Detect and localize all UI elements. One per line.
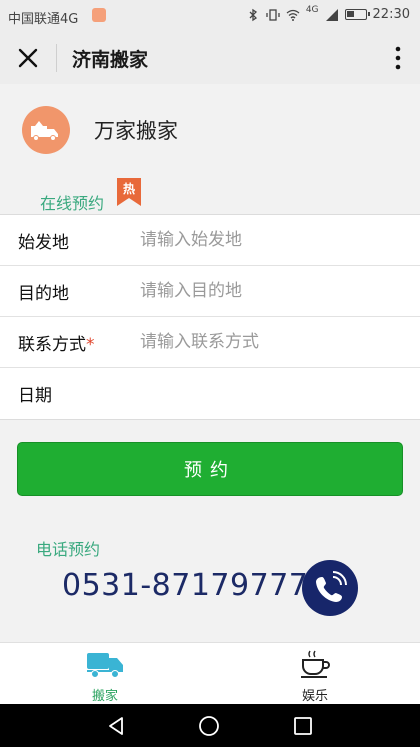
form-row-contact: 联系方式* — [0, 317, 420, 368]
close-icon[interactable] — [14, 44, 42, 72]
moving-truck-house-icon — [31, 121, 58, 141]
hot-badge: 热 — [117, 178, 141, 206]
more-menu-icon[interactable] — [394, 44, 402, 72]
page-title: 济南搬家 — [72, 49, 149, 71]
tab-moving-label: 搬家 — [91, 689, 118, 704]
nav-bar: 济南搬家 — [0, 32, 420, 84]
back-icon[interactable] — [106, 715, 128, 737]
phone-booking-label: 电话预约 — [36, 540, 101, 559]
phone-number[interactable]: 0531-87179777 — [62, 568, 308, 603]
hot-badge-text: 热 — [123, 181, 135, 196]
destination-label: 目的地 — [18, 283, 69, 304]
notification-icon — [92, 8, 106, 22]
contact-label-text: 联系方式 — [18, 334, 86, 355]
tab-entertainment[interactable]: 娱乐 — [275, 649, 355, 704]
recent-apps-icon[interactable] — [292, 715, 314, 737]
bluetooth-icon — [249, 8, 257, 21]
tab-bar: 搬家 娱乐 — [0, 642, 420, 704]
date-label: 日期 — [18, 386, 52, 406]
destination-input[interactable] — [140, 276, 400, 306]
required-asterisk: * — [86, 334, 95, 355]
status-bar: 中国联通4G 4G 22:30 — [0, 0, 420, 32]
coffee-cup-icon — [301, 650, 330, 678]
network-type: 4G — [305, 4, 319, 15]
vibrate-icon — [266, 8, 280, 21]
phone-call-icon — [316, 571, 347, 602]
origin-label: 始发地 — [18, 232, 69, 253]
system-nav-bar — [0, 704, 420, 747]
booking-form: 始发地 目的地 联系方式* 日期 — [0, 214, 420, 420]
form-row-destination: 目的地 — [0, 266, 420, 317]
carrier-text: 中国联通4G — [8, 12, 79, 27]
battery-icon — [344, 9, 370, 20]
contact-label: 联系方式* — [18, 330, 95, 355]
wifi-icon — [286, 9, 300, 21]
home-icon[interactable] — [198, 715, 220, 737]
tab-moving[interactable]: 搬家 — [65, 649, 145, 704]
brand-logo — [22, 106, 70, 154]
clock: 22:30 — [372, 7, 410, 22]
form-row-origin: 始发地 — [0, 215, 420, 266]
main-content: 万家搬家 在线预约 热 始发地 目的地 联系方式* 日期 预约 电话预约 053… — [0, 84, 420, 642]
brand-name: 万家搬家 — [94, 119, 178, 143]
signal-icon — [325, 8, 338, 21]
nav-divider — [56, 44, 57, 72]
origin-input[interactable] — [140, 225, 400, 255]
book-button[interactable]: 预约 — [17, 442, 403, 496]
brand-header: 万家搬家 — [22, 106, 178, 154]
date-input[interactable] — [140, 378, 400, 409]
call-button[interactable] — [302, 560, 358, 616]
tab-entertainment-label: 娱乐 — [301, 689, 328, 704]
contact-input[interactable] — [140, 327, 400, 357]
truck-icon — [87, 653, 123, 678]
status-icons: 4G 22:30 — [246, 4, 410, 22]
form-row-date: 日期 — [0, 368, 420, 419]
online-booking-label: 在线预约 — [40, 194, 105, 213]
